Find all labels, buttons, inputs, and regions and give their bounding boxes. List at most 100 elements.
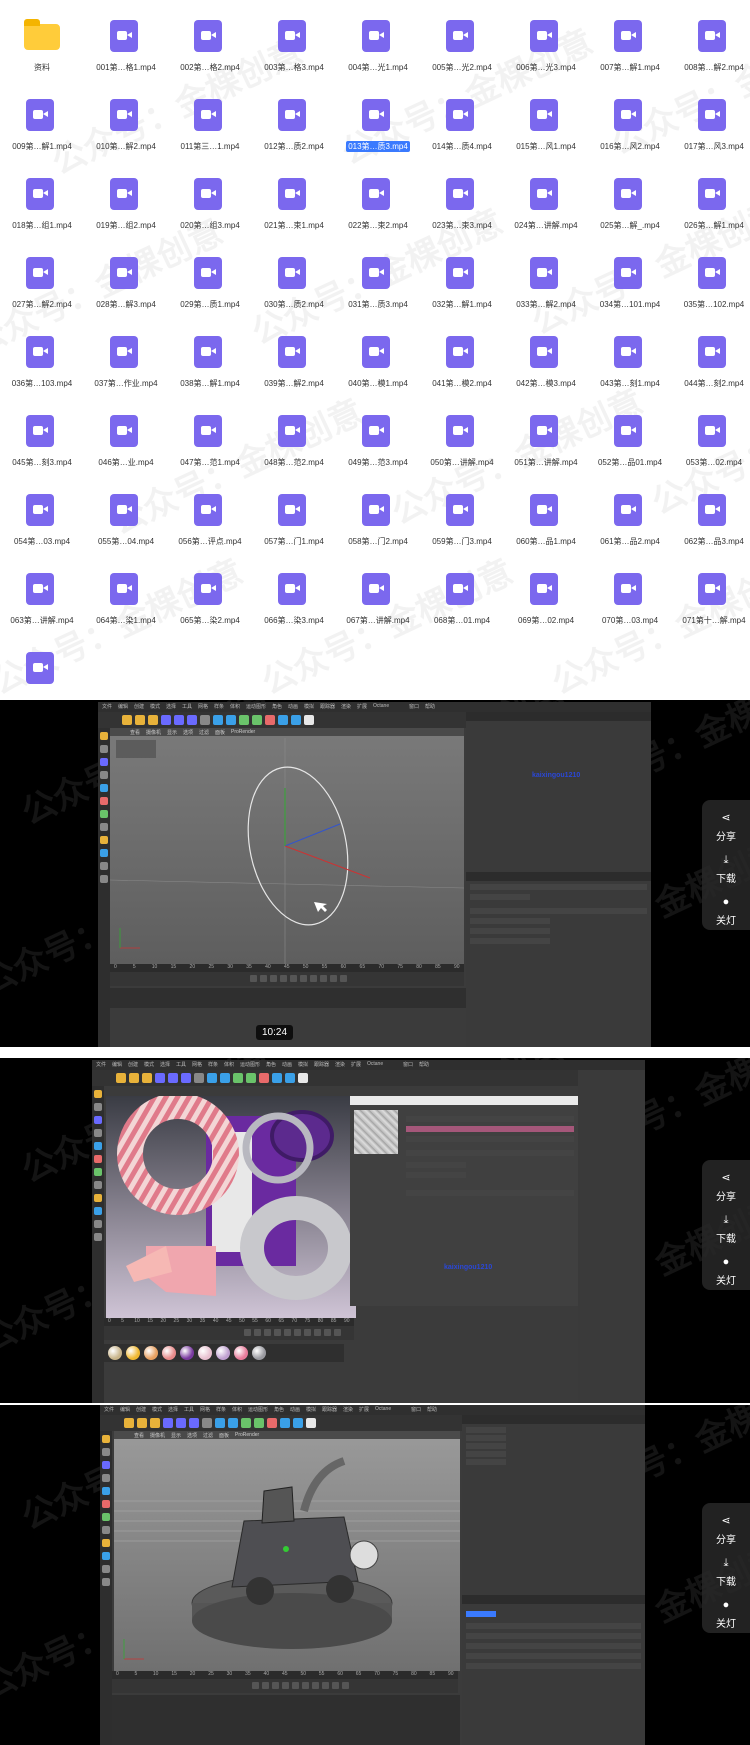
video-file-item[interactable]: 029第…质1.mp4 xyxy=(168,239,252,311)
toolbar-tool-icon[interactable] xyxy=(137,1418,147,1428)
video-file-item[interactable]: 021第…束1.mp4 xyxy=(252,160,336,232)
menu-item[interactable]: 工具 xyxy=(176,1061,186,1068)
share-button[interactable]: ⋖ 分享 xyxy=(702,1513,750,1549)
video-file-item[interactable]: 038第…解1.mp4 xyxy=(168,318,252,390)
menu-item[interactable]: 创建 xyxy=(134,703,144,710)
menu-item[interactable]: 样条 xyxy=(214,703,224,710)
video-file-item[interactable]: 018第…组1.mp4 xyxy=(0,160,84,232)
video-file-item[interactable]: 058第…门2.mp4 xyxy=(336,476,420,548)
video-file-item[interactable]: 040第…模1.mp4 xyxy=(336,318,420,390)
timeline[interactable]: 0 5 10 15 20 25 30 35 40 45 50 55 60 65 70 75 80 85 90 xyxy=(112,1671,458,1693)
toolbar-tool-icon[interactable] xyxy=(124,1418,134,1428)
toolbar-tool-icon[interactable] xyxy=(161,715,171,725)
video-file-item[interactable]: 065第…染2.mp4 xyxy=(168,555,252,627)
toolbar-tool-icon[interactable] xyxy=(280,1418,290,1428)
playback-control-button[interactable] xyxy=(272,1682,279,1689)
menu-item[interactable]: 扩展 xyxy=(359,1406,369,1413)
video-file-item[interactable]: 063第…讲解.mp4 xyxy=(0,555,84,627)
playback-control-button[interactable] xyxy=(280,975,287,982)
video-file-item[interactable]: 022第…束2.mp4 xyxy=(336,160,420,232)
menu-item[interactable]: 窗口 xyxy=(411,1406,421,1413)
menu-item[interactable]: 网格 xyxy=(192,1061,202,1068)
side-tool-icon[interactable] xyxy=(94,1090,102,1098)
timeline-ruler[interactable]: 0 5 10 15 20 25 30 35 40 45 50 55 60 65 70 75 80 85 90 xyxy=(112,1671,458,1679)
video-file-item[interactable]: 028第…解3.mp4 xyxy=(84,239,168,311)
toolbar-tool-icon[interactable] xyxy=(252,715,262,725)
menu-item[interactable]: 渲染 xyxy=(335,1061,345,1068)
video-file-item[interactable]: 041第…模2.mp4 xyxy=(420,318,504,390)
menu-item[interactable]: Octane xyxy=(375,1406,391,1412)
toolbar-tool-icon[interactable] xyxy=(233,1073,243,1083)
side-tool-icon[interactable] xyxy=(94,1155,102,1163)
side-tool-icon[interactable] xyxy=(100,758,108,766)
menu-item[interactable]: 帮助 xyxy=(427,1406,437,1413)
menu-item[interactable]: 角色 xyxy=(272,703,282,710)
video-file-item[interactable]: 057第…门1.mp4 xyxy=(252,476,336,548)
timeline-ruler[interactable]: 0 5 10 15 20 25 30 35 40 45 50 55 60 65 70 75 80 85 90 xyxy=(104,1318,354,1326)
video-file-item[interactable]: 026第…解1.mp4 xyxy=(672,160,750,232)
side-tool-icon[interactable] xyxy=(102,1461,110,1469)
video-panel-1[interactable]: 公众号：金棵创意公众号：金棵创意公众号：金棵创意公众号：金棵创意公众号：金棵创意… xyxy=(0,700,750,1047)
material-swatch[interactable] xyxy=(180,1346,194,1360)
menu-item[interactable]: 跟踪器 xyxy=(322,1406,337,1413)
video-file-item[interactable]: 037第…作业.mp4 xyxy=(84,318,168,390)
side-tool-icon[interactable] xyxy=(100,875,108,883)
menu-item[interactable]: 模拟 xyxy=(298,1061,308,1068)
share-button[interactable]: ⋖ 分享 xyxy=(702,810,750,846)
lights-off-button[interactable]: ● 关灯 xyxy=(702,1597,750,1633)
toolbar-tool-icon[interactable] xyxy=(278,715,288,725)
toolbar-tool-icon[interactable] xyxy=(285,1073,295,1083)
material-swatch[interactable] xyxy=(198,1346,212,1360)
video-file-item[interactable]: 049第…范3.mp4 xyxy=(336,397,420,469)
toolbar-tool-icon[interactable] xyxy=(213,715,223,725)
menu-item[interactable]: 模拟 xyxy=(306,1406,316,1413)
side-tool-icon[interactable] xyxy=(100,797,108,805)
video-file-item[interactable]: 062第…品3.mp4 xyxy=(672,476,750,548)
side-tool-icon[interactable] xyxy=(94,1220,102,1228)
side-tool-icon[interactable] xyxy=(102,1578,110,1586)
menu-item[interactable]: 运动图形 xyxy=(240,1061,260,1068)
menu-item[interactable]: 角色 xyxy=(266,1061,276,1068)
side-tool-icon[interactable] xyxy=(94,1233,102,1241)
video-file-item[interactable]: 054第…03.mp4 xyxy=(0,476,84,548)
playback-control-button[interactable] xyxy=(340,975,347,982)
toolbar-tool-icon[interactable] xyxy=(202,1418,212,1428)
side-tool-icon[interactable] xyxy=(100,810,108,818)
menu-item[interactable]: 模式 xyxy=(150,703,160,710)
download-button[interactable]: ⤓ 下载 xyxy=(702,1555,750,1591)
menu-item[interactable]: 编辑 xyxy=(118,703,128,710)
side-tool-icon[interactable] xyxy=(100,862,108,870)
toolbar-tool-icon[interactable] xyxy=(142,1073,152,1083)
video-file-item[interactable]: 034第…101.mp4 xyxy=(588,239,672,311)
video-file-item[interactable]: 024第…讲解.mp4 xyxy=(504,160,588,232)
video-file-item[interactable]: 066第…染3.mp4 xyxy=(252,555,336,627)
toolbar-tool-icon[interactable] xyxy=(163,1418,173,1428)
side-tool-icon[interactable] xyxy=(102,1500,110,1508)
playback-control-button[interactable] xyxy=(292,1682,299,1689)
toolbar-tool-icon[interactable] xyxy=(148,715,158,725)
side-tool-icon[interactable] xyxy=(94,1103,102,1111)
menu-item[interactable]: 样条 xyxy=(208,1061,218,1068)
share-button[interactable]: ⋖ 分享 xyxy=(702,1170,750,1206)
menu-item[interactable]: 创建 xyxy=(128,1061,138,1068)
video-file-item[interactable]: 053第…02.mp4 xyxy=(672,397,750,469)
menu-item[interactable]: 动画 xyxy=(290,1406,300,1413)
video-file-item[interactable]: 044第…刻2.mp4 xyxy=(672,318,750,390)
toolbar-tool-icon[interactable] xyxy=(259,1073,269,1083)
video-file-item[interactable]: 027第…解2.mp4 xyxy=(0,239,84,311)
toolbar-tool-icon[interactable] xyxy=(226,715,236,725)
video-file-item[interactable]: 031第…质3.mp4 xyxy=(336,239,420,311)
menu-item[interactable]: 动画 xyxy=(282,1061,292,1068)
toolbar-tool-icon[interactable] xyxy=(298,1073,308,1083)
video-file-item[interactable]: 050第…讲解.mp4 xyxy=(420,397,504,469)
video-file-item[interactable]: 047第…范1.mp4 xyxy=(168,397,252,469)
menu-item[interactable]: 网格 xyxy=(200,1406,210,1413)
video-file-item[interactable]: 001第…格1.mp4 xyxy=(84,2,168,74)
video-file-item[interactable]: 032第…解1.mp4 xyxy=(420,239,504,311)
video-file-item[interactable]: 045第…刻3.mp4 xyxy=(0,397,84,469)
menu-item[interactable]: 文件 xyxy=(102,703,112,710)
menu-item[interactable]: 网格 xyxy=(198,703,208,710)
menu-item[interactable]: 工具 xyxy=(182,703,192,710)
material-swatch[interactable] xyxy=(144,1346,158,1360)
video-file-item[interactable]: 035第…102.mp4 xyxy=(672,239,750,311)
